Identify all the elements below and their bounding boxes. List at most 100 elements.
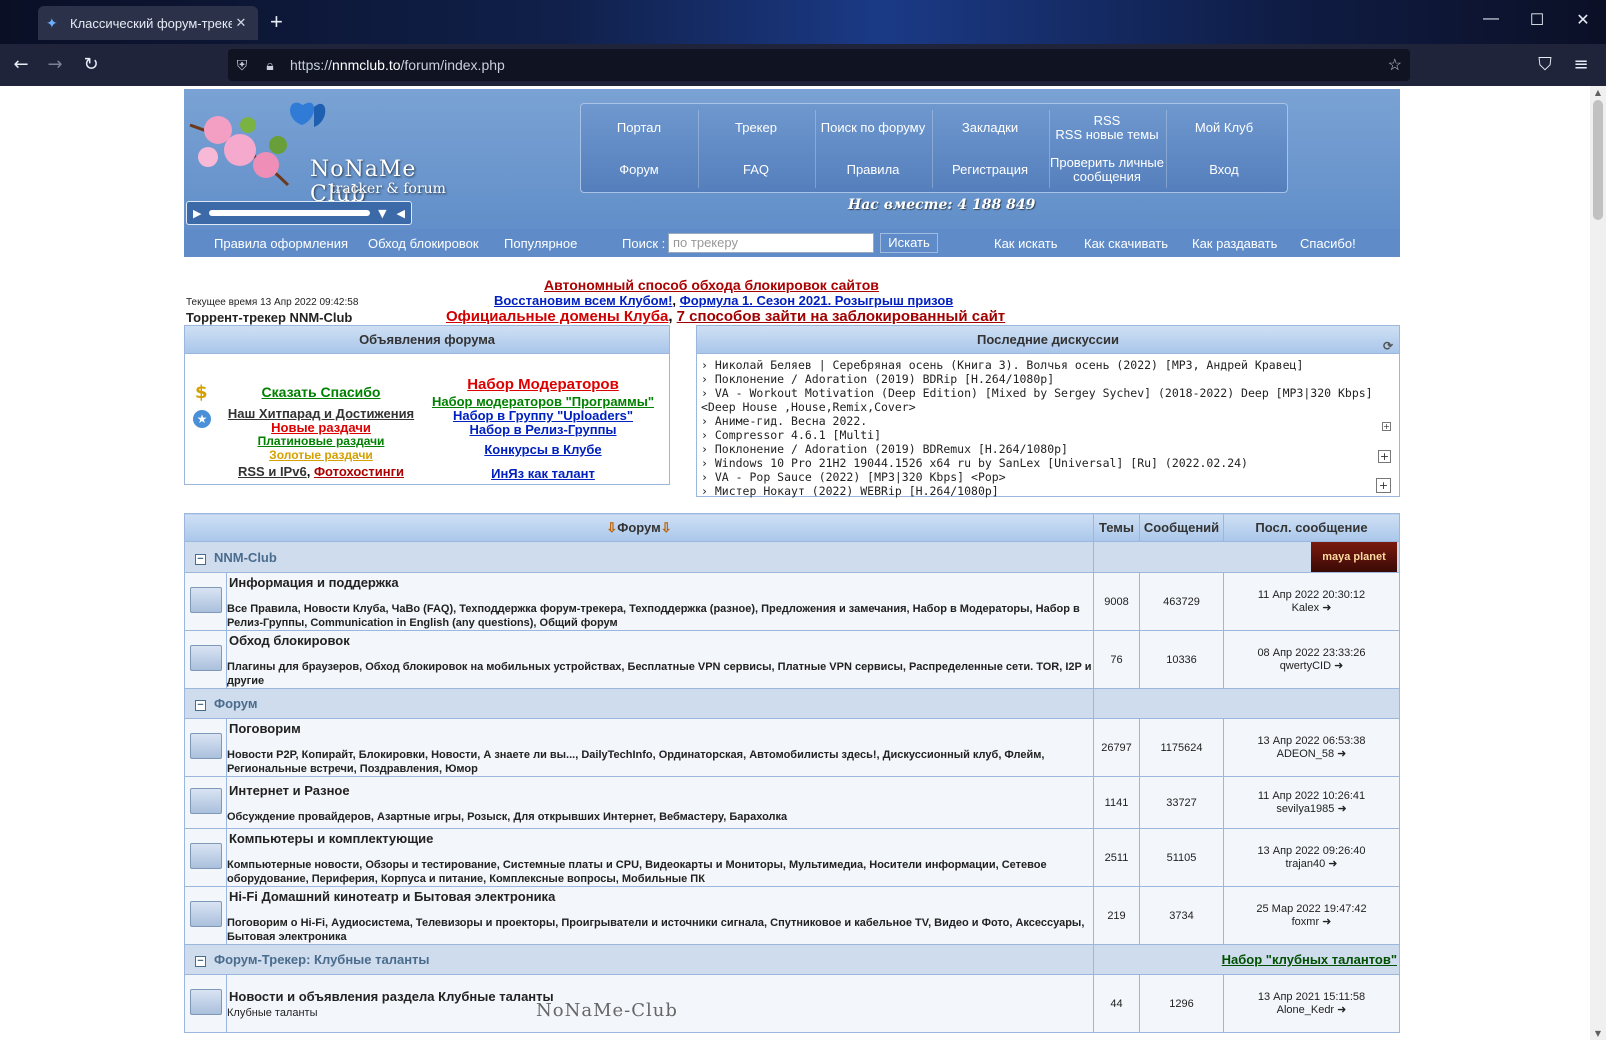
goto-post-icon[interactable]: ➜ [1322,602,1331,614]
forum-name[interactable]: Обход блокировок [227,631,1093,650]
address-bar[interactable]: ⛨ 🔒︎ https://nnmclub.to/forum/index.php … [228,49,1410,81]
search-input[interactable]: по трекеру [668,233,874,253]
hitparade-link[interactable]: Наш Хитпарад и Достижения [228,406,414,421]
category-name[interactable]: Форум [214,696,257,711]
menu-tracker[interactable]: Трекер [698,108,814,148]
last-post-user[interactable]: Alone_Kedr [1277,1004,1335,1016]
contests-link[interactable]: Конкурсы в Клубе [484,442,601,457]
menu-faq[interactable]: FAQ [698,150,814,190]
talents-link[interactable]: Набор "клубных талантов" [1222,952,1397,967]
maximize-icon[interactable]: ☐ [1522,10,1552,30]
close-tab-icon[interactable]: ✕ [232,15,250,31]
scroll-down-icon[interactable]: ▼ [1590,1029,1606,1038]
browser-tab[interactable]: ✦ Классический форум-трекер ✕ [38,6,258,40]
last-post-user[interactable]: sevilya1985 [1276,803,1334,815]
forum-name[interactable]: Hi-Fi Домашний кинотеатр и Бытовая элект… [227,887,1093,906]
uploaders-link[interactable]: Набор в Группу "Uploaders" [453,408,633,423]
menu-register[interactable]: Регистрация [932,150,1048,190]
moderators-link[interactable]: Набор Модераторов [467,376,619,393]
collapse-icon[interactable]: − [195,553,206,565]
gold-link[interactable]: Золотые раздачи [269,448,373,462]
audio-player[interactable]: ▶ ▼ ◀ [186,201,412,225]
maya-planet-banner[interactable]: maya planet [1311,542,1397,572]
discussion-item[interactable]: Аниме-гид. Весна 2022. [701,414,1395,428]
subforums[interactable]: Новости P2P, Копирайт, Блокировки, Новос… [227,738,1093,776]
rss-ipv6-link[interactable]: RSS и IPv6 [238,464,307,479]
last-post-user[interactable]: ADEON_58 [1277,748,1334,760]
release-groups-link[interactable]: Набор в Релиз-Группы [469,422,616,437]
discussion-item[interactable]: Мистер Нокаут (2022) WEBRip [H.264/1080p… [701,484,1395,498]
goto-post-icon[interactable]: ➜ [1337,1004,1346,1016]
photohosting-link[interactable]: Фотохостинги [314,464,404,479]
plus-medium-icon[interactable]: + [1378,450,1391,463]
back-icon[interactable]: ← [8,52,34,78]
player-progress[interactable] [209,210,371,216]
goto-post-icon[interactable]: ➜ [1337,803,1346,815]
menu-portal[interactable]: Портал [581,108,697,148]
say-thanks-link[interactable]: Сказать Спасибо [262,384,381,400]
platinum-link[interactable]: Платиновые раздачи [258,434,385,448]
menu-my-club[interactable]: Мой Клуб [1166,108,1282,148]
last-post-user[interactable]: Kalex [1292,602,1320,614]
subforums[interactable]: Поговорим о Hi-Fi, Аудиосистема, Телевиз… [227,906,1093,944]
plus-large-icon[interactable]: + [1376,478,1391,493]
scrollbar-thumb[interactable] [1593,100,1603,220]
subnav-how-search[interactable]: Как искать [994,236,1058,251]
forum-name[interactable]: Компьютеры и комплектующие [227,829,1093,848]
menu-rss[interactable]: RSS RSS новые темы [1049,108,1165,148]
seven-ways-link[interactable]: 7 способов зайти на заблокированный сайт [677,308,1005,325]
site-logo[interactable]: NoNaMe Club tracker & forum [184,89,474,207]
forum-name[interactable]: Информация и поддержка [227,573,1093,592]
url-text[interactable]: https://nnmclub.to/forum/index.php [290,57,505,73]
languages-link[interactable]: ИнЯз как талант [491,466,595,481]
last-post-user[interactable]: qwertyCID [1280,660,1331,672]
scroll-up-icon[interactable]: ▲ [1590,88,1606,97]
volume-icon[interactable]: ◀ [397,207,405,220]
discussion-item[interactable]: VA - Workout Motivation (Deep Edition) [… [701,386,1395,414]
notice-bypass-link[interactable]: Автономный способ обхода блокировок сайт… [544,277,879,293]
minimize-icon[interactable]: — [1476,10,1506,28]
search-button[interactable]: Искать [880,233,938,253]
menu-rules[interactable]: Правила [815,150,931,190]
subforums[interactable]: Обсуждение провайдеров, Азартные игры, Р… [227,800,1093,824]
subforums[interactable]: Все Правила, Новости Клуба, ЧаВо (FAQ), … [227,592,1093,630]
page-scrollbar[interactable]: ▲ ▼ [1590,86,1606,1040]
formula1-link[interactable]: Формула 1. Сезон 2021. Розыгрыш призов [680,293,954,308]
subnav-popular[interactable]: Популярное [504,236,577,251]
collapse-icon[interactable]: − [195,956,206,967]
category-name[interactable]: Форум-Трекер: Клубные таланты [214,952,430,967]
subnav-bypass[interactable]: Обход блокировок [368,236,479,251]
subforums[interactable]: Плагины для браузеров, Обход блокировок … [227,650,1093,688]
menu-bookmarks[interactable]: Закладки [932,108,1048,148]
lock-icon[interactable]: 🔒︎ [256,57,284,74]
subnav-how-seed[interactable]: Как раздавать [1192,236,1277,251]
discussion-item[interactable]: Николай Беляев | Серебряная осень (Книга… [701,358,1395,372]
programs-moderators-link[interactable]: Набор модераторов "Программы" [432,394,654,409]
category-name[interactable]: NNM-Club [214,550,277,565]
forum-name[interactable]: Поговорим [227,719,1093,738]
col-forum[interactable]: ⇩Форум⇩ [184,513,1094,542]
last-post-user[interactable]: trajan40 [1285,858,1325,870]
new-releases-link[interactable]: Новые раздачи [271,420,371,435]
reload-icon[interactable]: ↻ [78,52,104,78]
goto-post-icon[interactable]: ➜ [1337,748,1346,760]
goto-post-icon[interactable]: ➜ [1322,916,1331,928]
bookmark-star-icon[interactable]: ☆ [1388,55,1402,75]
menu-private-messages[interactable]: Проверить личные сообщения [1049,150,1165,190]
subforums[interactable]: Компьютерные новости, Обзоры и тестирова… [227,848,1093,886]
discussion-item[interactable]: Поклонение / Adoration (2019) BDRip [H.2… [701,372,1395,386]
forward-icon[interactable]: → [42,52,68,78]
play-icon[interactable]: ▶ [193,207,201,220]
close-window-icon[interactable]: ✕ [1568,10,1598,30]
app-menu-icon[interactable]: ≡ [1568,52,1594,78]
subnav-how-download[interactable]: Как скачивать [1084,236,1168,251]
discussion-item[interactable]: Compressor 4.6.1 [Multi] [701,428,1395,442]
forum-name[interactable]: Интернет и Разное [227,781,1093,800]
plus-small-icon[interactable]: + [1382,422,1391,431]
discussion-item[interactable]: Windows 10 Pro 21H2 19044.1526 x64 ru by… [701,456,1395,470]
official-domains-link[interactable]: Официальные домены Клуба [446,308,668,325]
discussion-item[interactable]: Поклонение / Adoration (2019) BDRemux [H… [701,442,1395,456]
menu-forum[interactable]: Форум [581,150,697,190]
new-tab-icon[interactable]: + [270,10,283,34]
goto-post-icon[interactable]: ➜ [1328,858,1337,870]
